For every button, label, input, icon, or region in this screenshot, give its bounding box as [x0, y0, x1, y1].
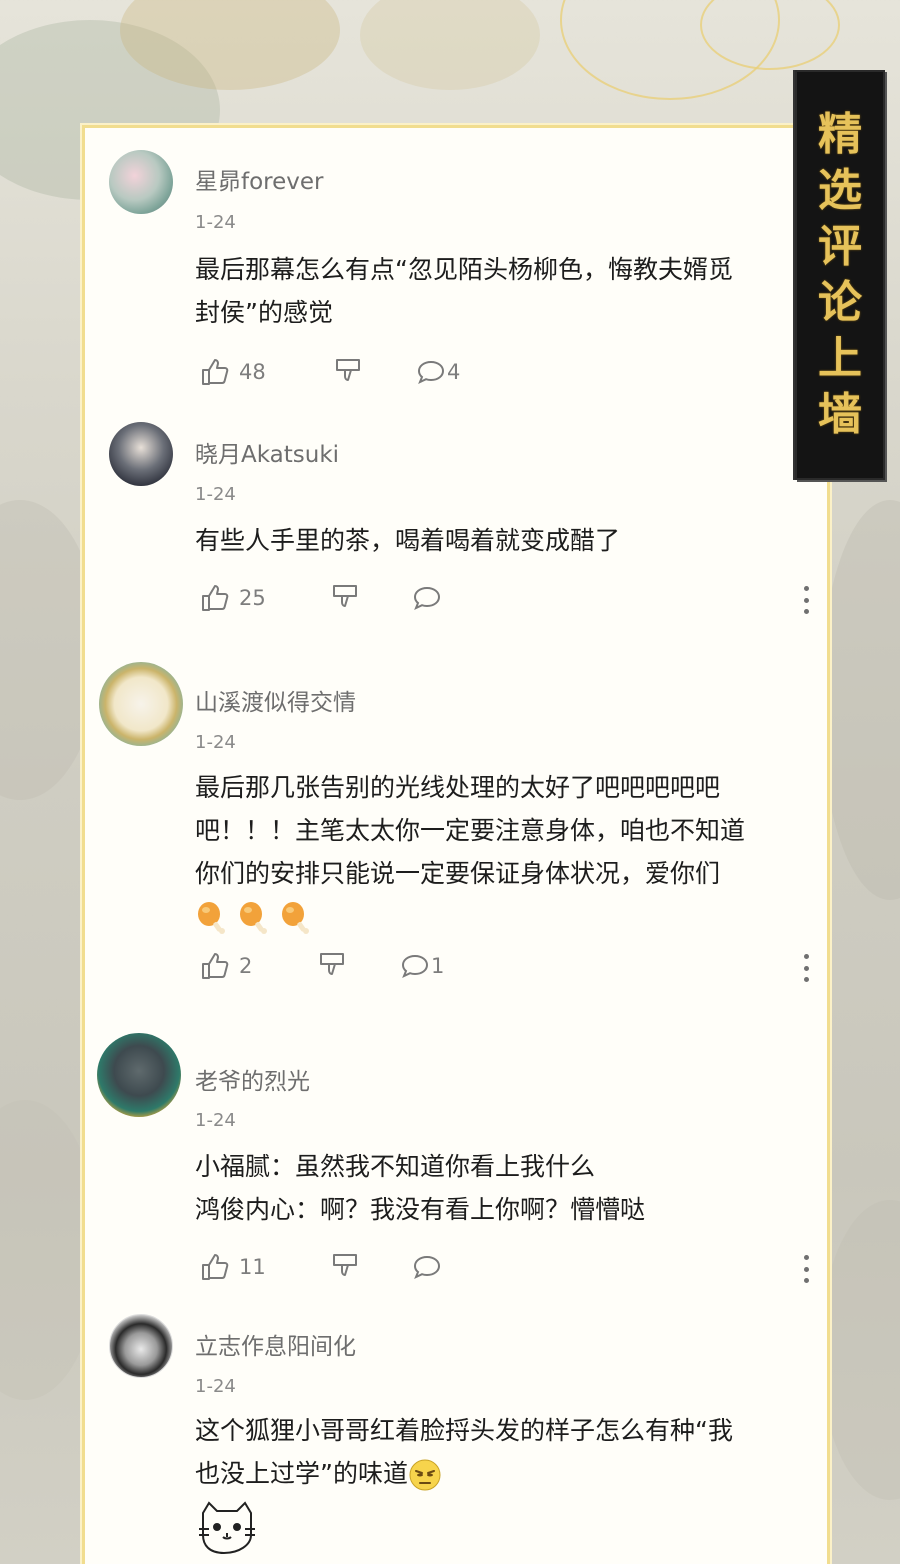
comment-text: 最后那几张告别的光线处理的太好了吧吧吧吧吧 吧！！！主笔太太你一定要注意身体，咱…: [195, 766, 805, 938]
comment-date: 1-24: [195, 484, 236, 505]
comment-actions: 2 1: [195, 950, 810, 990]
like-button[interactable]: 11: [199, 1251, 266, 1283]
more-vertical-icon[interactable]: [802, 586, 810, 614]
avatar[interactable]: [99, 662, 183, 746]
comment-line: 最后那幕怎么有点“忽见陌头杨柳色，悔教夫婿觅: [195, 255, 733, 284]
comment-actions: 48 4: [195, 356, 810, 396]
username[interactable]: 晓月Akatsuki: [195, 435, 339, 469]
dislike-button[interactable]: [331, 356, 363, 388]
comment-line: 小福腻：虽然我不知道你看上我什么: [195, 1152, 596, 1181]
speech-bubble-icon: [413, 586, 441, 610]
like-button[interactable]: 2: [199, 950, 252, 982]
squint-face-emoji-icon: [409, 1459, 441, 1491]
reply-button[interactable]: 4: [415, 356, 460, 388]
thumbs-up-icon: [202, 585, 229, 611]
avatar[interactable]: [109, 422, 173, 486]
comment-line: 鸿俊内心：啊？我没有看上你啊？懵懵哒: [195, 1195, 646, 1224]
comments-card: 星昴forever 1-24 最后那幕怎么有点“忽见陌头杨柳色，悔教夫婿觅 封侯…: [82, 125, 830, 1564]
comment-line: 最后那几张告别的光线处理的太好了吧吧吧吧吧: [195, 773, 721, 802]
username[interactable]: 山溪渡似得交情: [195, 683, 356, 717]
reply-count: 4: [447, 360, 461, 384]
avatar[interactable]: [109, 150, 173, 214]
username[interactable]: 星昴forever: [195, 162, 324, 196]
username[interactable]: 老爷的烈光: [195, 1062, 310, 1096]
comment-line-with-emoji: 也没上过学”的味道: [195, 1452, 805, 1495]
dislike-button[interactable]: [315, 950, 347, 982]
more-vertical-icon[interactable]: [802, 1255, 810, 1283]
badge-char: 论: [818, 277, 862, 328]
badge-char: 评: [818, 221, 862, 272]
featured-comments-badge: 精 选 评 论 上 墙: [795, 70, 885, 480]
like-count: 11: [239, 1255, 266, 1279]
like-count: 2: [239, 954, 253, 978]
like-count: 25: [239, 586, 266, 610]
comment-line: 吧！！！主笔太太你一定要注意身体，咱也不知道: [195, 816, 746, 845]
badge-char: 墙: [818, 389, 862, 440]
comment-actions: 25: [195, 582, 810, 622]
cat-face-sticker-icon: [199, 1501, 255, 1555]
like-button[interactable]: 48: [199, 356, 266, 388]
comment-text: 最后那幕怎么有点“忽见陌头杨柳色，悔教夫婿觅 封侯”的感觉: [195, 248, 805, 334]
avatar[interactable]: [97, 1033, 181, 1117]
comment-date: 1-24: [195, 1110, 236, 1131]
drumstick-emoji-icon: [239, 902, 267, 934]
thumbs-down-icon: [336, 359, 360, 381]
comment-actions: 11: [195, 1251, 810, 1291]
badge-char: 上: [818, 333, 862, 384]
like-count: 48: [239, 360, 266, 384]
sticker-row: [195, 1495, 805, 1555]
thumbs-down-icon: [320, 953, 344, 975]
speech-bubble-icon: [413, 1255, 441, 1279]
comment-line: 你们的安排只能说一定要保证身体状况，爱你们: [195, 859, 721, 888]
comment-emoji-row: [195, 895, 805, 938]
thumbs-up-icon: [202, 1254, 229, 1280]
comment-text: 有些人手里的茶，喝着喝着就变成醋了: [195, 519, 805, 562]
dislike-button[interactable]: [328, 1251, 360, 1283]
comment-line: 封侯”的感觉: [195, 298, 333, 327]
reply-button[interactable]: 1: [399, 950, 444, 982]
thumbs-down-icon: [333, 585, 357, 607]
comment-date: 1-24: [195, 1376, 236, 1397]
dislike-button[interactable]: [328, 582, 360, 614]
username[interactable]: 立志作息阳间化: [195, 1327, 356, 1361]
reply-count: 1: [431, 954, 445, 978]
drumstick-emoji-icon: [281, 902, 309, 934]
comment-line: 也没上过学”的味道: [195, 1459, 408, 1488]
comment-line: 有些人手里的茶，喝着喝着就变成醋了: [195, 526, 621, 555]
drumstick-emoji-icon: [198, 902, 225, 934]
reply-button[interactable]: [411, 1251, 443, 1283]
thumbs-up-icon: [202, 359, 229, 385]
comment-text: 小福腻：虽然我不知道你看上我什么 鸿俊内心：啊？我没有看上你啊？懵懵哒: [195, 1145, 805, 1231]
thumbs-down-icon: [333, 1254, 357, 1276]
speech-bubble-icon: [401, 954, 429, 978]
speech-bubble-icon: [417, 360, 445, 384]
badge-char: 选: [818, 165, 862, 216]
reply-button[interactable]: [411, 582, 443, 614]
more-vertical-icon[interactable]: [802, 954, 810, 982]
like-button[interactable]: 25: [199, 582, 266, 614]
comment-line: 这个狐狸小哥哥红着脸捋头发的样子怎么有种“我: [195, 1416, 733, 1445]
comment-date: 1-24: [195, 212, 236, 233]
avatar[interactable]: [109, 1314, 173, 1378]
badge-char: 精: [818, 109, 862, 160]
comment-date: 1-24: [195, 732, 236, 753]
comment-text: 这个狐狸小哥哥红着脸捋头发的样子怎么有种“我 也没上过学”的味道: [195, 1409, 805, 1555]
thumbs-up-icon: [202, 953, 229, 979]
